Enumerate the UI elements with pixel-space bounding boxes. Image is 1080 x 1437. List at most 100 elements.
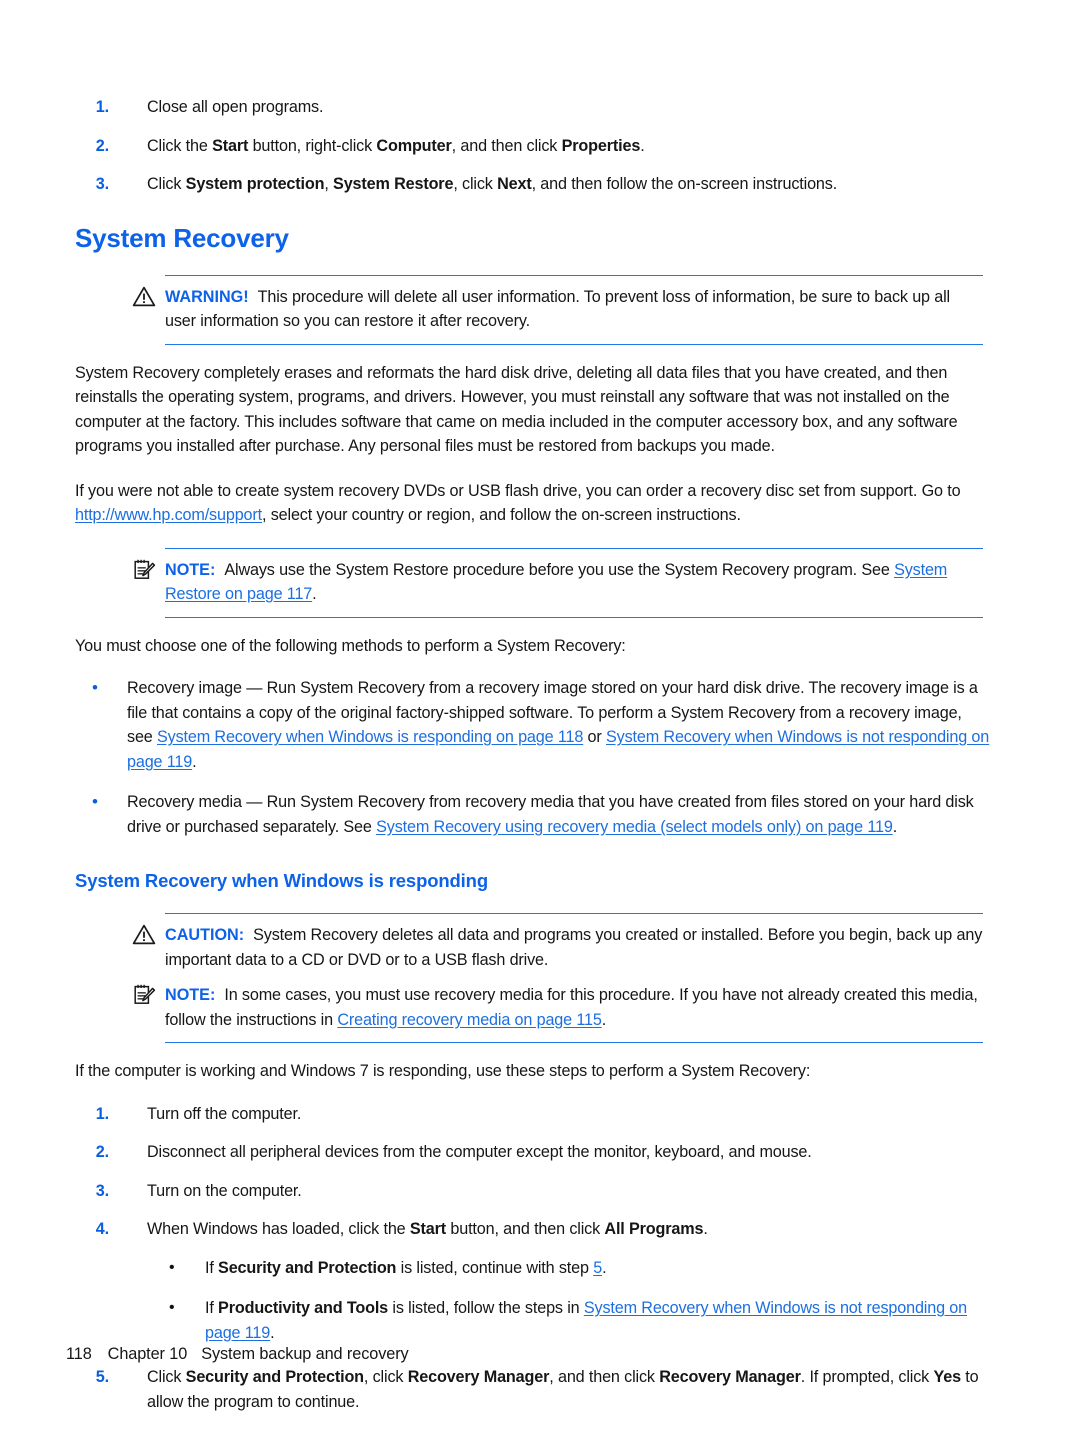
caution-admonition: CAUTION: System Recovery deletes all data… xyxy=(132,923,983,972)
bold-term: Next xyxy=(497,175,532,193)
step-number: 2. xyxy=(95,1143,109,1161)
bold-term: Start xyxy=(409,1220,447,1238)
caution-keyword: CAUTION: xyxy=(165,926,245,944)
paragraph-procedure-lead: If the computer is working and Windows 7… xyxy=(75,1062,811,1080)
list-item-text: Recovery media — Run System Recovery fro… xyxy=(127,793,974,836)
note-keyword-2: NOTE: xyxy=(165,986,216,1004)
xref-link[interactable]: System Recovery using recovery media (se… xyxy=(376,818,893,836)
paragraph-2-before-link: If you were not able to create system re… xyxy=(75,481,961,500)
warning-triangle-icon xyxy=(132,286,156,307)
text-run: , and then click xyxy=(549,1368,660,1386)
bullet-icon: • xyxy=(92,678,98,697)
bold-term: All Programs xyxy=(604,1220,704,1238)
bold-term: Properties xyxy=(561,136,641,155)
step-text: Disconnect all peripheral devices from t… xyxy=(147,1143,812,1161)
caution-text: System Recovery deletes all data and pro… xyxy=(165,926,983,969)
text-run: button, and then click xyxy=(446,1220,605,1238)
text-run: . xyxy=(703,1220,708,1238)
step-number: 1. xyxy=(95,1104,109,1123)
step-text: Click System protection, System Restore,… xyxy=(147,175,837,193)
warning-admonition: WARNING! This procedure will delete all u… xyxy=(132,285,983,334)
subsection-title: System Recovery when Windows is respondi… xyxy=(75,870,488,891)
xref-link[interactable]: 5 xyxy=(593,1259,602,1277)
bold-term: Recovery Manager xyxy=(659,1368,801,1386)
note-pad-pencil-icon xyxy=(132,984,156,1005)
bullet-icon: • xyxy=(92,792,98,811)
bullet-icon: • xyxy=(169,1258,175,1276)
text-run: . xyxy=(892,817,898,836)
text-run: Turn on the computer. xyxy=(147,1181,302,1200)
warning-text: This procedure will delete all user info… xyxy=(165,287,950,331)
text-run: If xyxy=(205,1258,219,1277)
numbered-step: 1. Turn off the computer. xyxy=(75,1102,990,1127)
text-run: Turn off the computer. xyxy=(147,1104,302,1123)
text-run: If xyxy=(205,1299,219,1317)
step-text: Click Security and Protection, click Rec… xyxy=(147,1368,979,1411)
text-run: . xyxy=(270,1323,275,1342)
bold-term: Security and Protection xyxy=(185,1368,364,1386)
numbered-step: 1. Close all open programs. xyxy=(75,95,990,120)
step-text: Close all open programs. xyxy=(147,98,324,116)
bold-term: Yes xyxy=(933,1368,961,1386)
bold-term: System protection xyxy=(185,175,325,193)
note-admonition-1: NOTE: Always use the System Restore proce… xyxy=(134,558,983,607)
text-run: , and then follow the on-screen instruct… xyxy=(531,175,838,193)
text-run: . xyxy=(602,1258,607,1277)
numbered-step: 2. Click the Start button, right-click Co… xyxy=(75,134,990,159)
text-run: is listed, continue with step xyxy=(396,1258,594,1277)
list-item: • Recovery image — Run System Recovery fr… xyxy=(75,676,990,774)
text-run: or xyxy=(583,728,606,746)
warning-triangle-icon xyxy=(132,924,156,945)
text-run: is listed, follow the steps in xyxy=(388,1299,584,1317)
step-number: 5. xyxy=(95,1368,109,1386)
note-pad-pencil-icon xyxy=(132,559,156,580)
text-run: When Windows has loaded, click the xyxy=(147,1220,410,1238)
page-content: 1. Close all open programs. 2. Click the St… xyxy=(75,95,990,1428)
step-number: 2. xyxy=(95,136,109,155)
page-title: System Recovery xyxy=(75,222,289,253)
text-run: , and then click xyxy=(451,136,562,155)
numbered-step: 4. When Windows has loaded, click the Sta… xyxy=(75,1217,990,1345)
numbered-step: 3. Click System protection, System Restor… xyxy=(75,172,990,197)
text-run: Close all open programs. xyxy=(147,98,324,116)
list-item-text: If Security and Protection is listed, co… xyxy=(205,1258,607,1277)
note-text-1-before-link: Always use the System Restore procedure … xyxy=(224,560,895,579)
numbered-step: 5. Click Security and Protection, click R… xyxy=(75,1365,990,1414)
numbered-step: 3. Turn on the computer. xyxy=(75,1179,990,1204)
text-run: , click xyxy=(453,175,498,193)
step-text: Click the Start button, right-click Comp… xyxy=(147,137,645,155)
text-run: Click xyxy=(147,175,186,193)
bold-term: Computer xyxy=(376,136,452,155)
document-page: 1. Close all open programs. 2. Click the St… xyxy=(0,0,1080,1437)
footer-chapter-title: System backup and recovery xyxy=(201,1345,409,1363)
text-run: . If prompted, click xyxy=(800,1368,934,1386)
step4-sub-bullet-list: • If Security and Protection is listed, c… xyxy=(147,1256,990,1346)
text-run: . xyxy=(640,136,645,155)
note-admonition-block-1: NOTE: Always use the System Restore proce… xyxy=(75,547,990,618)
warning-admonition-block: WARNING! This procedure will delete all u… xyxy=(75,274,990,345)
xref-link[interactable]: System Recovery when Windows is respondi… xyxy=(157,728,583,746)
footer-chapter: Chapter 10 xyxy=(107,1345,188,1363)
bold-term: System Restore xyxy=(333,175,454,193)
step-text: Turn on the computer. xyxy=(147,1182,302,1200)
bold-term: Start xyxy=(212,136,249,155)
step-number: 1. xyxy=(95,98,109,116)
text-run: , click xyxy=(363,1368,408,1386)
footer-page-number: 118 xyxy=(66,1345,92,1363)
step-text: Turn off the computer. xyxy=(147,1105,301,1123)
list-item-text: Recovery image — Run System Recovery fro… xyxy=(127,679,989,771)
step-text: When Windows has loaded, click the Start… xyxy=(147,1220,708,1238)
bold-term: Productivity and Tools xyxy=(218,1299,389,1317)
paragraph-order-recovery-disc: If you were not able to create system re… xyxy=(75,479,990,528)
hp-support-url-link[interactable]: http://www.hp.com/support xyxy=(75,506,262,524)
list-item: • Recovery media — Run System Recovery fr… xyxy=(75,790,990,839)
list-item: • If Productivity and Tools is listed, fo… xyxy=(147,1296,990,1345)
caution-note-admonition-block: CAUTION: System Recovery deletes all data… xyxy=(75,913,990,1043)
text-run: Click xyxy=(147,1368,186,1386)
procedure-steps-list: 1. Turn off the computer. 2. Disconnect all… xyxy=(75,1102,990,1415)
warning-keyword: WARNING! xyxy=(165,287,249,306)
text-run: button, right-click xyxy=(248,136,377,155)
text-run: Click the xyxy=(147,136,213,155)
creating-recovery-media-xref-link[interactable]: Creating recovery media on page 115 xyxy=(337,1011,602,1029)
list-item: • If Security and Protection is listed, c… xyxy=(147,1256,990,1281)
